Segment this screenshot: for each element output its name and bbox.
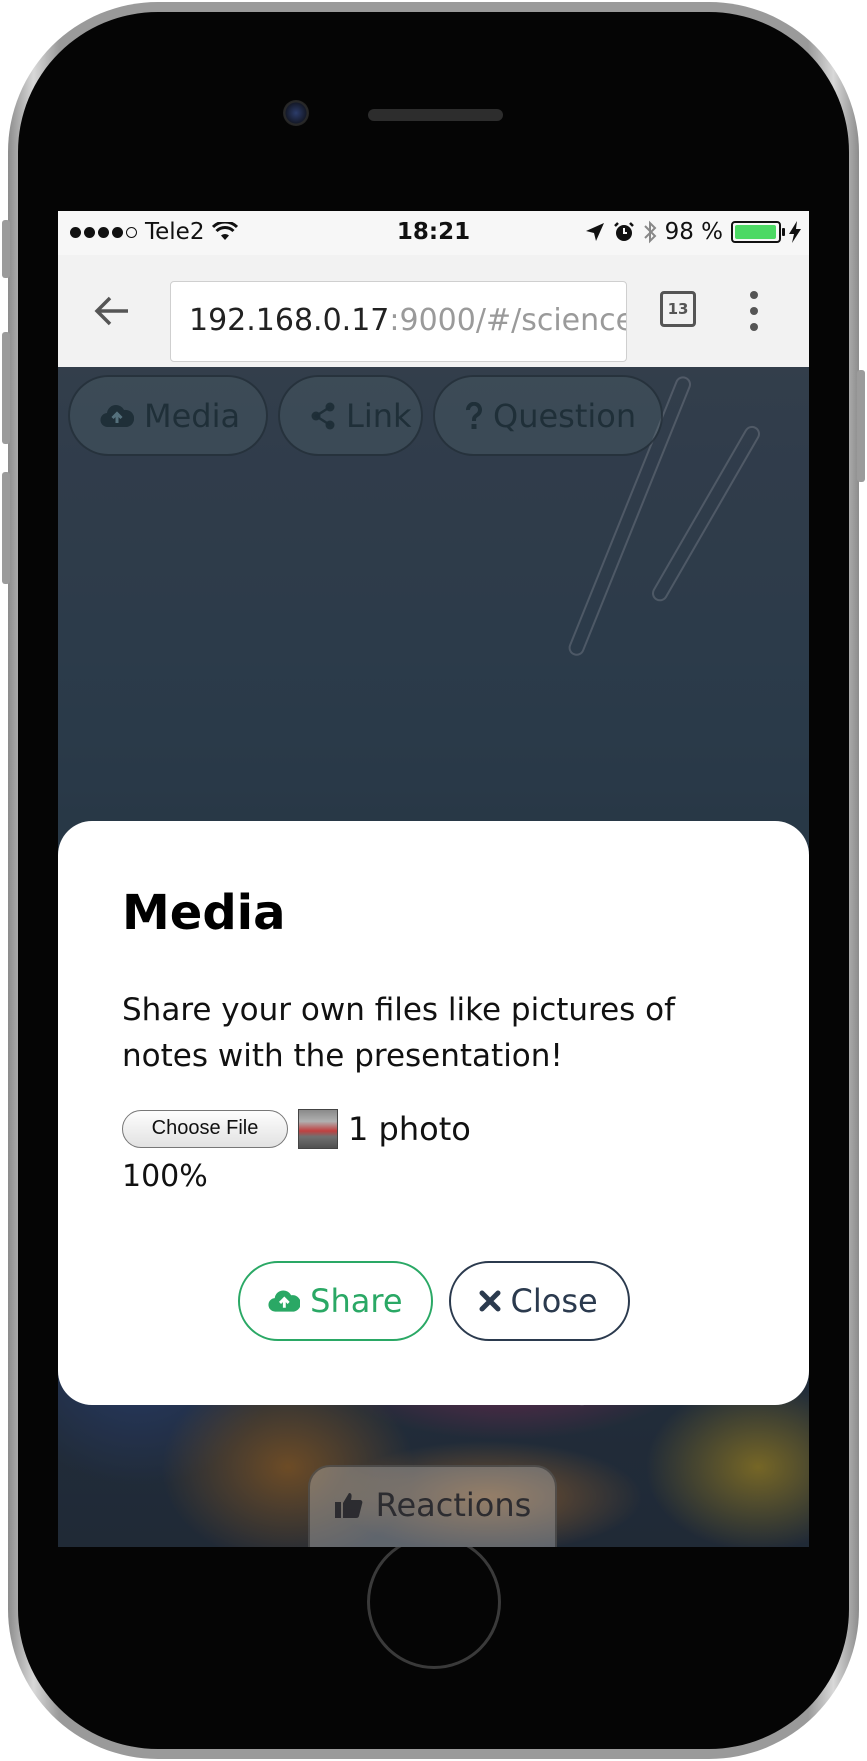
volume-down-button	[2, 472, 10, 584]
cloud-upload-icon	[100, 404, 134, 427]
upload-progress: 100%	[122, 1158, 208, 1194]
modal-actions: Share Close	[58, 1261, 809, 1341]
status-bar: Tele2 18:21 98 %	[58, 211, 809, 255]
reactions-button[interactable]: Reactions	[308, 1465, 557, 1547]
photo-thumbnail	[298, 1108, 338, 1149]
media-button[interactable]: Media	[68, 375, 268, 456]
mute-switch	[2, 220, 10, 278]
modal-description: Share your own files like pictures of no…	[122, 991, 676, 1074]
share-button-label: Share	[310, 1282, 403, 1320]
power-button	[857, 370, 865, 482]
question-button-label: Question	[493, 396, 637, 435]
share-nodes-icon	[311, 402, 335, 429]
back-button[interactable]	[88, 289, 136, 333]
question-mark-icon	[466, 401, 482, 429]
media-button-label: Media	[144, 396, 241, 435]
browser-toolbar: 192.168.0.17:9000/#/science 13	[58, 255, 809, 367]
presentation-page: Media Link Question Media Share your own…	[58, 367, 809, 1547]
battery-icon	[731, 221, 785, 243]
file-input-row: Choose File 1 photo	[122, 1107, 745, 1151]
alarm-icon	[613, 222, 634, 241]
volume-up-button	[2, 332, 10, 444]
link-button[interactable]: Link	[278, 375, 423, 456]
tab-switcher-button[interactable]: 13	[660, 291, 696, 327]
tab-count: 13	[667, 300, 689, 318]
reactions-button-label: Reactions	[375, 1486, 532, 1524]
bluetooth-icon	[643, 220, 656, 244]
modal-title: Media	[122, 885, 286, 941]
action-toolbar: Media Link Question	[68, 375, 663, 456]
close-button-label: Close	[510, 1282, 598, 1320]
selected-file-count: 1 photo	[348, 1109, 471, 1148]
phone-screen: Tele2 18:21 98 % 192.168.0.17:9000/#/sci…	[58, 211, 809, 1547]
choose-file-button[interactable]: Choose File	[122, 1109, 288, 1148]
location-arrow-icon	[585, 223, 604, 241]
url-host: 192.168.0.17	[189, 303, 390, 338]
url-path: :9000/#/science	[389, 303, 627, 338]
arrow-left-icon	[94, 296, 128, 326]
media-modal: Media Share your own files like pictures…	[58, 821, 809, 1405]
thumbs-up-icon	[334, 1493, 363, 1518]
question-button[interactable]: Question	[433, 375, 663, 456]
front-camera	[283, 100, 309, 126]
battery-percentage: 98 %	[664, 219, 723, 245]
link-button-label: Link	[346, 396, 412, 435]
close-button[interactable]: Close	[448, 1261, 630, 1341]
address-bar[interactable]: 192.168.0.17:9000/#/science	[170, 281, 627, 362]
earpiece-speaker	[368, 109, 503, 121]
share-button[interactable]: Share	[237, 1261, 433, 1341]
home-button[interactable]	[367, 1535, 501, 1669]
browser-menu-button[interactable]	[748, 291, 760, 331]
close-icon	[479, 1290, 500, 1312]
charging-bolt-icon	[789, 221, 801, 243]
cloud-upload-icon	[267, 1290, 301, 1312]
